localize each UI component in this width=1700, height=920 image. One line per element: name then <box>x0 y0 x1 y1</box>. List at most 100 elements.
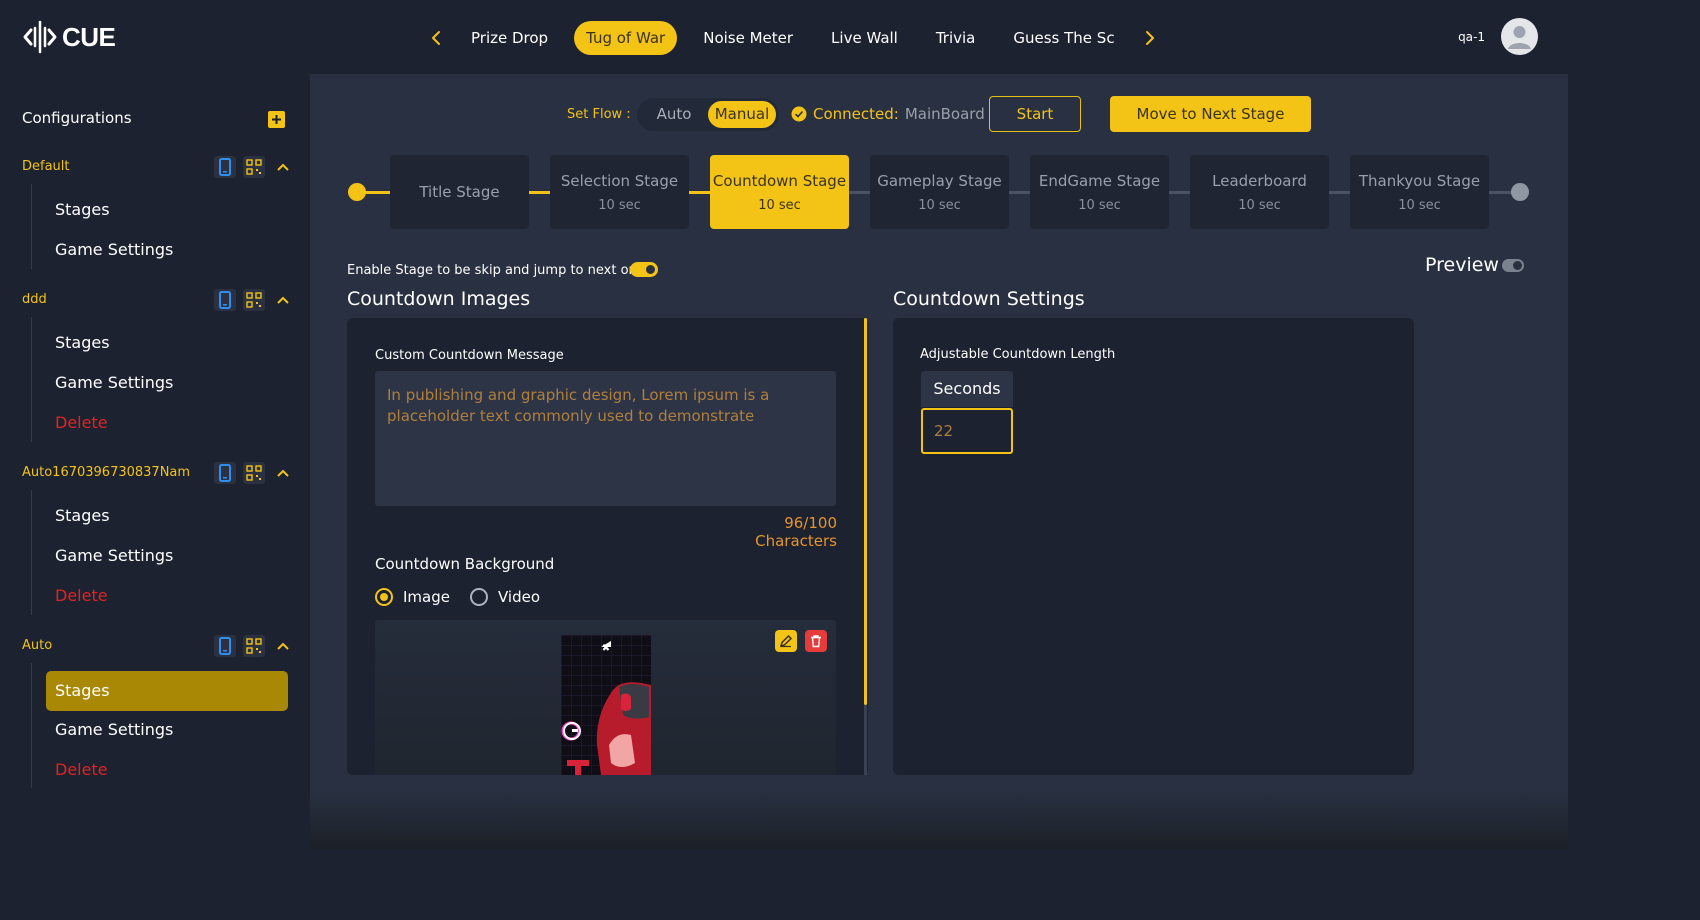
collapse-group-button[interactable] <box>272 156 294 178</box>
flow-option-auto[interactable]: Auto <box>640 101 708 128</box>
radio-button[interactable] <box>469 588 488 606</box>
edit-image-button[interactable] <box>775 630 797 652</box>
user-icon <box>1508 26 1531 49</box>
qr-code-icon <box>246 638 262 654</box>
sidebar-item-stages[interactable]: Stages <box>46 496 288 536</box>
svg-text:✖: ✖ <box>602 643 610 654</box>
sidebar-item-delete[interactable]: Delete <box>46 576 288 616</box>
group-name[interactable]: ddd <box>22 292 47 307</box>
add-configuration-button[interactable] <box>268 111 285 128</box>
collapse-group-button[interactable] <box>272 289 294 311</box>
character-count: 96/100 Characters <box>755 514 837 550</box>
mobile-preview-button[interactable] <box>214 635 236 657</box>
stage-selection[interactable]: Selection Stage 10 sec <box>550 155 689 229</box>
stage-name: Thankyou Stage <box>1358 171 1481 190</box>
avatar[interactable] <box>1501 18 1538 55</box>
stage-connector <box>1168 191 1190 194</box>
flow-toggle: Auto Manual <box>637 98 779 131</box>
chevron-up-icon <box>277 296 289 304</box>
trash-icon <box>811 635 821 648</box>
nav-next-button[interactable] <box>1134 22 1166 54</box>
plus-icon <box>272 115 281 124</box>
mobile-preview-button[interactable] <box>214 289 236 311</box>
bottom-fade <box>310 791 1568 849</box>
group-name[interactable]: Default <box>22 159 70 174</box>
sidebar-item-delete[interactable]: Delete <box>46 750 288 790</box>
radio-video[interactable]: Video <box>469 588 540 606</box>
collapse-group-button[interactable] <box>272 635 294 657</box>
stage-thankyou[interactable]: Thankyou Stage 10 sec <box>1350 155 1489 229</box>
seconds-unit-label: Seconds <box>921 371 1013 407</box>
stage-duration: 10 sec <box>598 197 641 213</box>
qr-code-icon <box>246 465 262 481</box>
radio-image[interactable]: Image <box>375 588 450 606</box>
qr-code-button[interactable] <box>243 635 265 657</box>
countdown-images-title: Countdown Images <box>347 288 531 310</box>
qr-code-button[interactable] <box>243 156 265 178</box>
scrollbar-thumb[interactable] <box>864 318 867 705</box>
stage-connector <box>849 191 870 194</box>
sidebar-item-game-settings[interactable]: Game Settings <box>46 536 288 576</box>
stage-duration: 10 sec <box>1078 197 1121 213</box>
stage-name: EndGame Stage <box>1038 171 1161 190</box>
tab-trivia[interactable]: Trivia <box>924 21 988 55</box>
stage-endgame[interactable]: EndGame Stage 10 sec <box>1030 155 1169 229</box>
tab-prize-drop[interactable]: Prize Drop <box>459 21 560 55</box>
sidebar-item-stages[interactable]: Stages <box>46 671 288 711</box>
user-menu[interactable]: qa-1 <box>1458 18 1538 55</box>
group-name[interactable]: Auto1670396730837Nam <box>22 465 190 480</box>
stage-title[interactable]: Title Stage <box>390 155 529 229</box>
nav-prev-button[interactable] <box>420 22 452 54</box>
stage-gameplay[interactable]: Gameplay Stage 10 sec <box>870 155 1009 229</box>
sidebar-item-stages[interactable]: Stages <box>46 190 288 230</box>
preview-toggle[interactable] <box>1502 259 1524 272</box>
tab-live-wall[interactable]: Live Wall <box>819 21 910 55</box>
flow-option-manual[interactable]: Manual <box>708 101 776 128</box>
stage-name: Selection Stage <box>560 171 679 190</box>
stage-connector <box>529 191 550 194</box>
qr-code-button[interactable] <box>243 289 265 311</box>
group-actions <box>214 156 294 178</box>
sidebar-item-delete[interactable]: Delete <box>46 403 288 443</box>
stage-connector <box>1328 191 1350 194</box>
radio-dot <box>380 593 388 601</box>
qr-code-button[interactable] <box>243 462 265 484</box>
background-media-preview: ✖ <box>375 620 836 775</box>
mobile-preview-button[interactable] <box>214 156 236 178</box>
scrollbar-track[interactable] <box>864 705 867 775</box>
group-name[interactable]: Auto <box>22 638 52 653</box>
timeline-start-dot <box>348 183 366 201</box>
group-actions <box>214 289 294 311</box>
sidebar-item-game-settings[interactable]: Game Settings <box>46 710 288 750</box>
stage-name: Gameplay Stage <box>877 171 1002 190</box>
chevron-up-icon <box>277 163 289 171</box>
chevron-right-icon <box>1145 31 1154 45</box>
tab-guess-the-score[interactable]: Guess The Sc <box>1001 21 1126 55</box>
cue-logo[interactable]: CUE <box>22 18 116 56</box>
sidebar-item-stages[interactable]: Stages <box>46 323 288 363</box>
gaming-chair-image: ✖ <box>561 635 651 775</box>
delete-image-button[interactable] <box>805 630 827 652</box>
skip-stage-toggle[interactable] <box>630 262 658 277</box>
move-to-next-stage-button[interactable]: Move to Next Stage <box>1110 96 1311 132</box>
radio-label: Image <box>403 588 450 606</box>
radio-button-selected[interactable] <box>375 588 393 606</box>
sidebar-item-game-settings[interactable]: Game Settings <box>46 363 288 403</box>
background-image-thumbnail: ✖ <box>561 635 651 775</box>
collapse-group-button[interactable] <box>272 462 294 484</box>
user-name: qa-1 <box>1458 29 1485 44</box>
connected-label: Connected: <box>813 105 899 123</box>
tab-noise-meter[interactable]: Noise Meter <box>691 21 805 55</box>
stage-leaderboard[interactable]: Leaderboard 10 sec <box>1190 155 1329 229</box>
sidebar-item-game-settings[interactable]: Game Settings <box>46 230 288 270</box>
custom-message-input[interactable]: In publishing and graphic design, Lorem … <box>375 371 836 506</box>
start-button[interactable]: Start <box>989 96 1081 132</box>
stage-name: Countdown Stage <box>712 171 847 190</box>
group-divider <box>31 317 32 442</box>
mobile-preview-button[interactable] <box>214 462 236 484</box>
group-divider <box>31 490 32 615</box>
tab-tug-of-war[interactable]: Tug of War <box>574 21 678 55</box>
stage-countdown[interactable]: Countdown Stage 10 sec <box>710 155 849 229</box>
mobile-icon <box>219 158 231 176</box>
countdown-seconds-input[interactable] <box>921 408 1013 454</box>
